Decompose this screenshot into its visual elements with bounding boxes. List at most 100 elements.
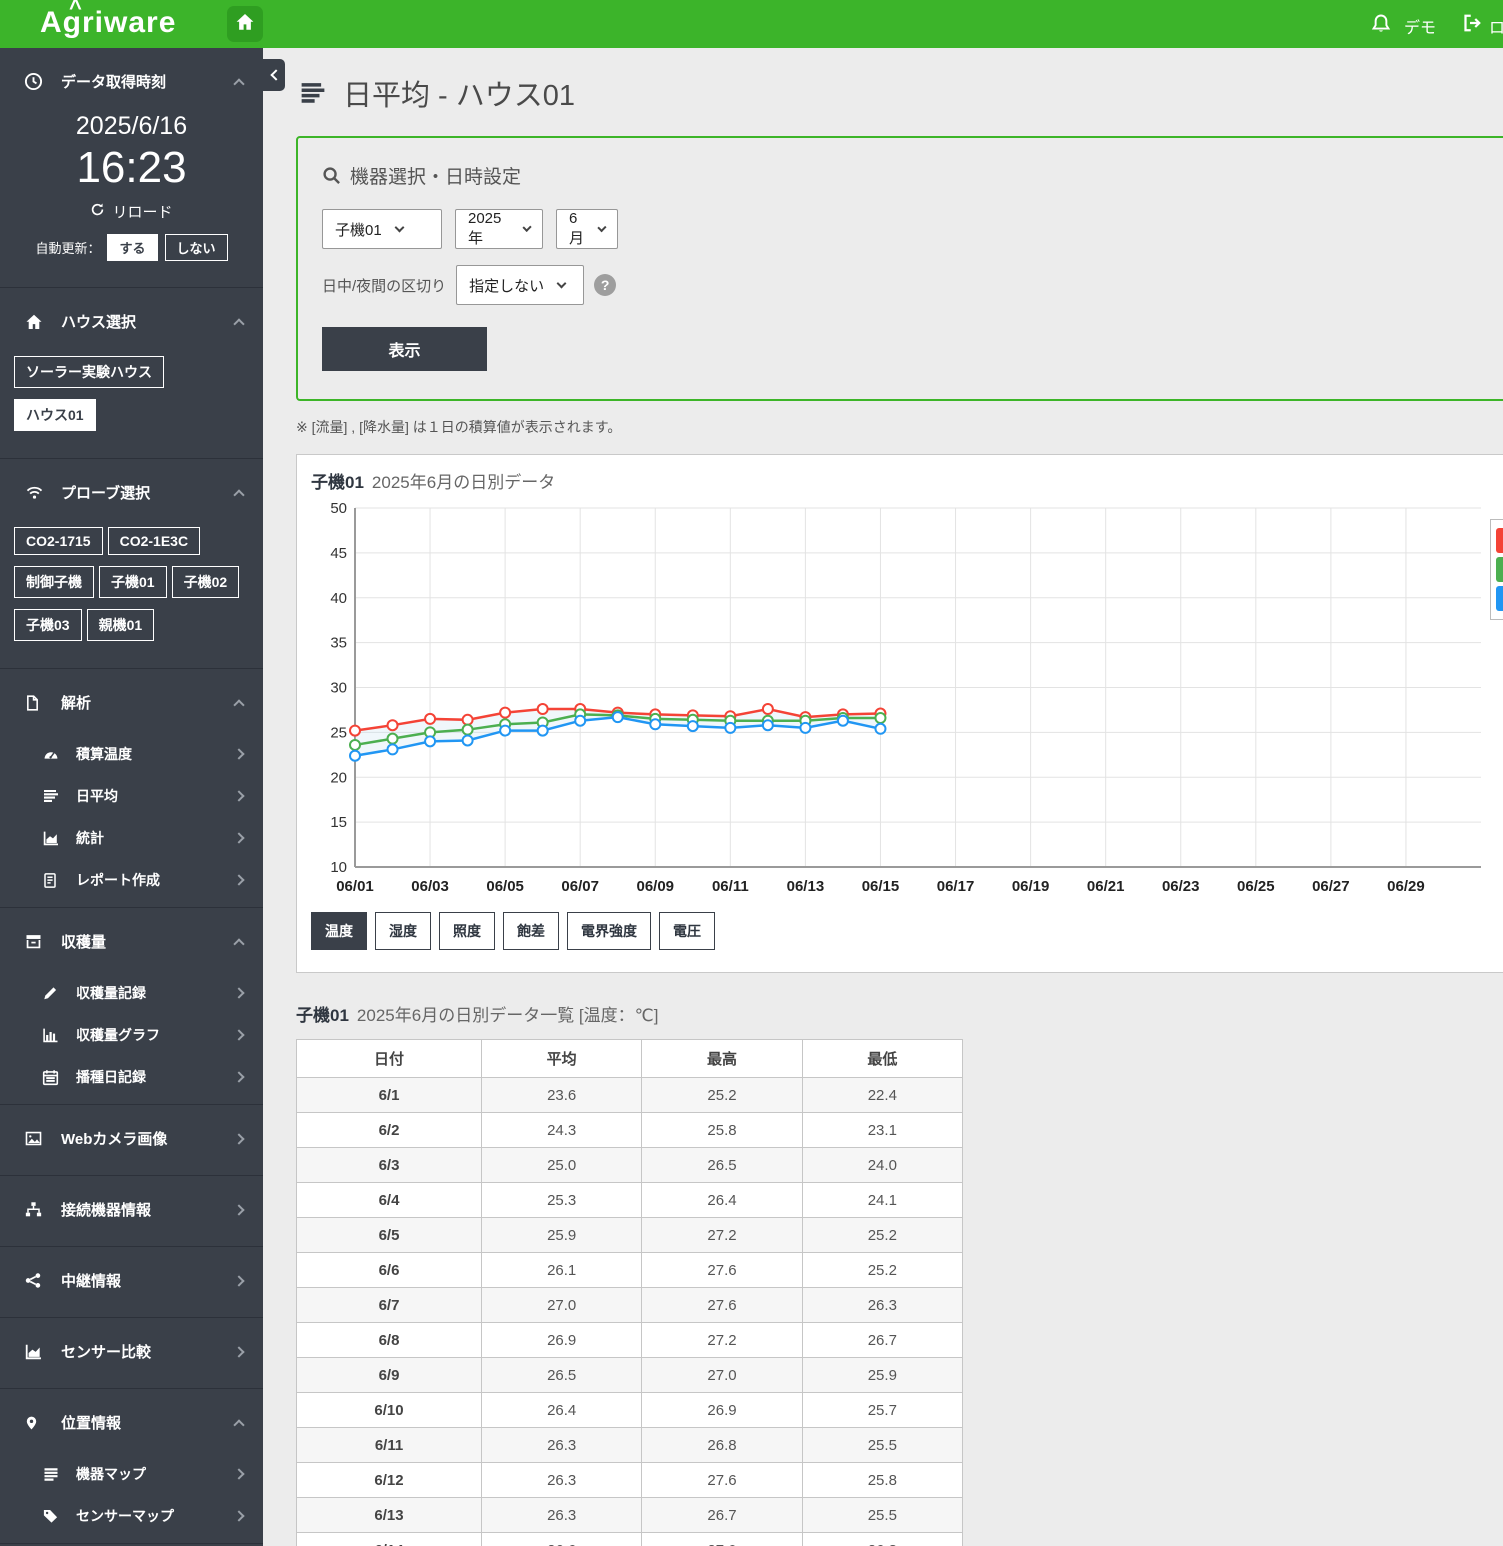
sidebar-item-statistics[interactable]: 統計	[0, 817, 263, 859]
notifications-bell-icon[interactable]	[1370, 13, 1392, 40]
probe-button[interactable]: 子機03	[14, 609, 82, 641]
demo-menu[interactable]: デモ	[1404, 14, 1436, 38]
acquired-date: 2025/6/16	[75, 112, 188, 140]
area-chart-icon	[42, 830, 62, 847]
pencil-icon	[42, 985, 62, 1002]
svg-text:06/27: 06/27	[1312, 878, 1350, 895]
value-cell: 24.0	[801, 1147, 964, 1183]
section-header-location[interactable]: 位置情報	[0, 1389, 263, 1453]
legend-avg[interactable]: 平均	[1496, 557, 1503, 582]
date-cell: 6/6	[296, 1252, 482, 1288]
table-row: 6/12 26.3 27.6 25.8	[296, 1462, 964, 1498]
tab-humidity[interactable]: 湿度	[375, 912, 431, 950]
date-cell: 6/1	[296, 1077, 482, 1113]
tab-field-strength[interactable]: 電界強度	[567, 912, 651, 950]
value-cell: 25.7	[801, 1392, 964, 1428]
auto-update-on-button[interactable]: する	[107, 234, 158, 261]
probe-button[interactable]: 親機01	[86, 609, 155, 641]
svg-text:06/13: 06/13	[787, 878, 825, 895]
tab-vpd[interactable]: 飽差	[503, 912, 559, 950]
sidebar-item-device-map[interactable]: 機器マップ	[0, 1453, 263, 1495]
section-connected-devices: 接続機器情報	[0, 1176, 263, 1247]
legend-min[interactable]: 最低	[1496, 586, 1503, 611]
tab-voltage[interactable]: 電圧	[659, 912, 715, 950]
probe-button[interactable]: CO2-1715	[14, 527, 103, 555]
value-cell: 23.1	[801, 1112, 964, 1148]
chart-title: 子機01 2025年6月の日別データ	[311, 473, 556, 492]
value-cell: 26.3	[801, 1287, 964, 1323]
svg-text:06/09: 06/09	[636, 878, 674, 895]
section-house-select: ハウス選択 ソーラー実験ハウス ハウス01	[0, 288, 263, 459]
value-cell: 26.5	[480, 1357, 643, 1393]
home-icon	[24, 313, 46, 331]
section-header-house[interactable]: ハウス選択	[0, 288, 263, 352]
value-cell: 26.8	[641, 1427, 803, 1463]
help-icon[interactable]: ?	[594, 274, 617, 296]
date-cell: 6/5	[296, 1217, 482, 1253]
section-header-analysis[interactable]: 解析	[0, 669, 263, 733]
chevron-right-icon	[233, 1510, 245, 1522]
chevron-right-icon	[233, 1203, 245, 1216]
month-select[interactable]: 6月	[556, 209, 618, 249]
sidebar-item-report[interactable]: レポート作成	[0, 859, 263, 901]
value-cell: 25.0	[480, 1147, 643, 1183]
sidebar-item-daily-average[interactable]: 日平均	[0, 775, 263, 817]
chevron-right-icon	[233, 874, 245, 886]
value-cell: 23.6	[480, 1077, 643, 1113]
chevron-up-icon	[233, 1418, 245, 1431]
sidebar-item-harvest-graph[interactable]: 収穫量グラフ	[0, 1014, 263, 1056]
page-title: 日平均 - ハウス01	[298, 72, 1503, 114]
legend-max[interactable]: 最高	[1496, 528, 1503, 553]
home-button[interactable]	[227, 6, 263, 42]
tab-temperature[interactable]: 温度	[311, 912, 367, 950]
logout-button[interactable]: ログアウト	[1462, 13, 1503, 38]
sidebar-item-harvest-record[interactable]: 収穫量記録	[0, 972, 263, 1014]
show-button[interactable]: 表示	[322, 327, 487, 371]
reload-button[interactable]: リロード	[90, 201, 173, 222]
section-harvest: 収穫量 収穫量記録 収穫量グラフ 播種日記録	[0, 908, 263, 1105]
sidebar-item-sensor-map[interactable]: センサーマップ	[0, 1495, 263, 1537]
probe-button[interactable]: 制御子機	[14, 566, 94, 598]
section-header-data-time[interactable]: データ取得時刻	[0, 48, 263, 112]
section-header-harvest[interactable]: 収穫量	[0, 908, 263, 972]
sidebar-item-connected-devices[interactable]: 接続機器情報	[0, 1176, 263, 1240]
report-icon	[42, 872, 62, 889]
sidebar-item-seeding-record[interactable]: 播種日記録	[0, 1056, 263, 1098]
chevron-right-icon	[233, 832, 245, 844]
probe-button[interactable]: 子機01	[99, 566, 167, 598]
chevron-right-icon	[233, 1345, 245, 1358]
align-lines-icon	[42, 788, 62, 805]
metric-tabs: 温度 湿度 照度 飽差 電界強度 電圧	[311, 912, 1503, 950]
sidebar-item-sensor-compare[interactable]: センサー比較	[0, 1318, 263, 1382]
year-select[interactable]: 2025年	[455, 209, 543, 249]
device-select[interactable]: 子機01	[322, 209, 442, 249]
sidebar-item-webcam[interactable]: Webカメラ画像	[0, 1105, 263, 1169]
value-cell: 26.3	[801, 1532, 964, 1546]
auto-update-off-button[interactable]: しない	[164, 234, 228, 261]
section-header-probe[interactable]: プローブ選択	[0, 459, 263, 523]
probe-button[interactable]: CO2-1E3C	[107, 527, 201, 555]
table-row: 6/6 26.1 27.6 25.2	[296, 1252, 964, 1288]
clock-icon	[24, 72, 46, 91]
chevron-right-icon	[233, 790, 245, 802]
brand-logo[interactable]: Agriware ^	[40, 0, 176, 40]
value-cell: 24.1	[801, 1182, 964, 1218]
probe-button[interactable]: 子機02	[171, 566, 240, 598]
calendar-icon	[42, 1069, 62, 1086]
sidebar-item-relay-info[interactable]: 中継情報	[0, 1247, 263, 1311]
value-cell: 26.3	[480, 1497, 643, 1533]
house-button-house01[interactable]: ハウス01	[14, 399, 96, 431]
chevron-down-icon	[522, 222, 532, 233]
house-button-solar[interactable]: ソーラー実験ハウス	[14, 356, 164, 388]
value-cell: 26.1	[480, 1252, 643, 1288]
file-icon	[24, 694, 46, 712]
sidebar-item-integrated-temp[interactable]: 積算温度	[0, 733, 263, 775]
tab-illuminance[interactable]: 照度	[439, 912, 495, 950]
value-cell: 24.3	[480, 1112, 643, 1148]
date-cell: 6/4	[296, 1182, 482, 1218]
sidebar-collapse-button[interactable]	[263, 59, 285, 91]
value-cell: 26.7	[801, 1322, 964, 1358]
value-cell: 27.6	[641, 1252, 803, 1288]
svg-text:10: 10	[330, 859, 347, 876]
daynight-select[interactable]: 指定しない	[456, 265, 585, 305]
